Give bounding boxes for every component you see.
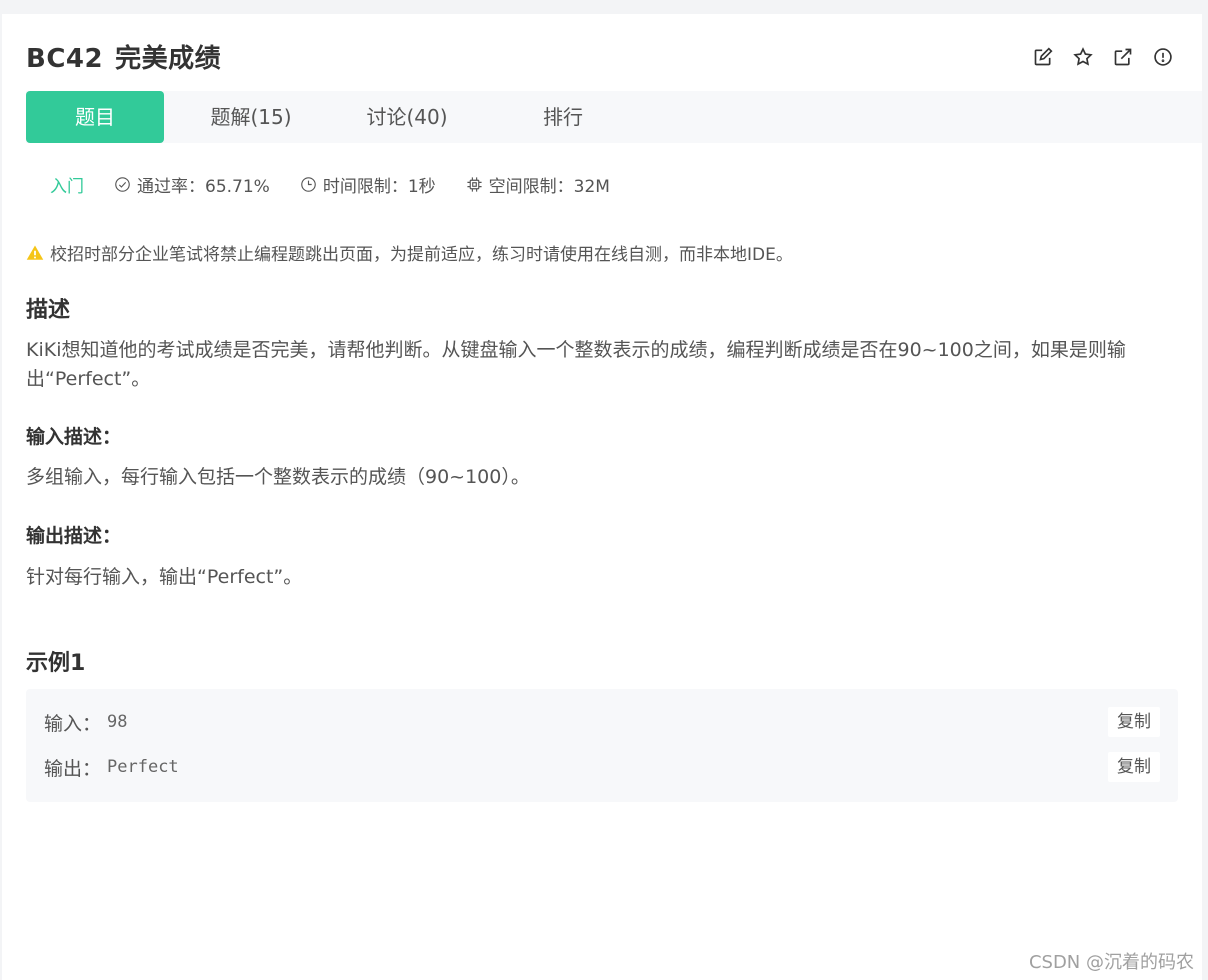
example-heading: 示例1 <box>26 645 85 677</box>
check-circle-icon <box>114 176 131 193</box>
example-output-value: Perfect <box>107 757 179 777</box>
example-output-label: 输出： <box>44 754 101 781</box>
clock-icon <box>300 176 317 193</box>
warning-notice: 校招时部分企业笔试将禁止编程题跳出页面，为提前适应，练习时请使用在线自测，而非本… <box>26 240 793 265</box>
tab-bar: 题目 题解(15) 讨论(40) 排行 <box>26 91 1202 143</box>
example-output-row: 输出： Perfect 复制 <box>44 752 1160 782</box>
info-icon[interactable] <box>1152 46 1174 68</box>
description-heading: 描述 <box>26 292 70 324</box>
problem-code: BC42 <box>26 44 103 74</box>
example-input-value: 98 <box>107 712 127 732</box>
time-limit-text: 时间限制：1秒 <box>323 172 436 197</box>
tab-discussion[interactable]: 讨论(40) <box>342 91 472 143</box>
problem-panel: BC42 完美成绩 题目 题解(15) 讨论(40) 排行 入门 通过率：65.7… <box>2 14 1202 980</box>
difficulty-badge: 入门 <box>50 172 84 197</box>
tab-problem[interactable]: 题目 <box>26 91 164 143</box>
copy-output-button[interactable]: 复制 <box>1108 752 1160 782</box>
output-description-heading: 输出描述： <box>26 521 121 548</box>
watermark: CSDN @沉着的码农 <box>1029 948 1194 974</box>
problem-title: 完美成绩 <box>115 44 221 74</box>
copy-input-button[interactable]: 复制 <box>1108 707 1160 737</box>
chip-icon <box>466 176 483 193</box>
pass-rate: 通过率：65.71% <box>114 172 270 197</box>
header-icon-bar <box>1032 46 1174 68</box>
warning-text: 校招时部分企业笔试将禁止编程题跳出页面，为提前适应，练习时请使用在线自测，而非本… <box>50 240 793 265</box>
example-input-row: 输入： 98 复制 <box>44 707 1160 737</box>
output-description-text: 针对每行输入，输出“Perfect”。 <box>26 563 1176 592</box>
warning-icon <box>26 244 44 262</box>
external-link-icon[interactable] <box>1112 46 1134 68</box>
tab-ranking[interactable]: 排行 <box>498 91 628 143</box>
example-box: 输入： 98 复制 输出： Perfect 复制 <box>26 689 1178 802</box>
space-limit-text: 空间限制：32M <box>489 172 610 197</box>
pass-rate-text: 通过率：65.71% <box>137 172 270 197</box>
star-icon[interactable] <box>1072 46 1094 68</box>
example-input-label: 输入： <box>44 709 101 736</box>
tab-solutions[interactable]: 题解(15) <box>186 91 316 143</box>
input-description-text: 多组输入，每行输入包括一个整数表示的成绩（90~100）。 <box>26 463 1176 492</box>
time-limit: 时间限制：1秒 <box>300 172 436 197</box>
edit-icon[interactable] <box>1032 46 1054 68</box>
description-text: KiKi想知道他的考试成绩是否完美，请帮他判断。从键盘输入一个整数表示的成绩，编… <box>26 336 1176 394</box>
space-limit: 空间限制：32M <box>466 172 610 197</box>
problem-meta: 入门 通过率：65.71% 时间限制：1秒 空间限制：32M <box>50 172 640 197</box>
title-row: BC42 完美成绩 <box>26 42 1174 76</box>
page-title: BC42 完美成绩 <box>26 42 1174 76</box>
input-description-heading: 输入描述： <box>26 422 121 449</box>
